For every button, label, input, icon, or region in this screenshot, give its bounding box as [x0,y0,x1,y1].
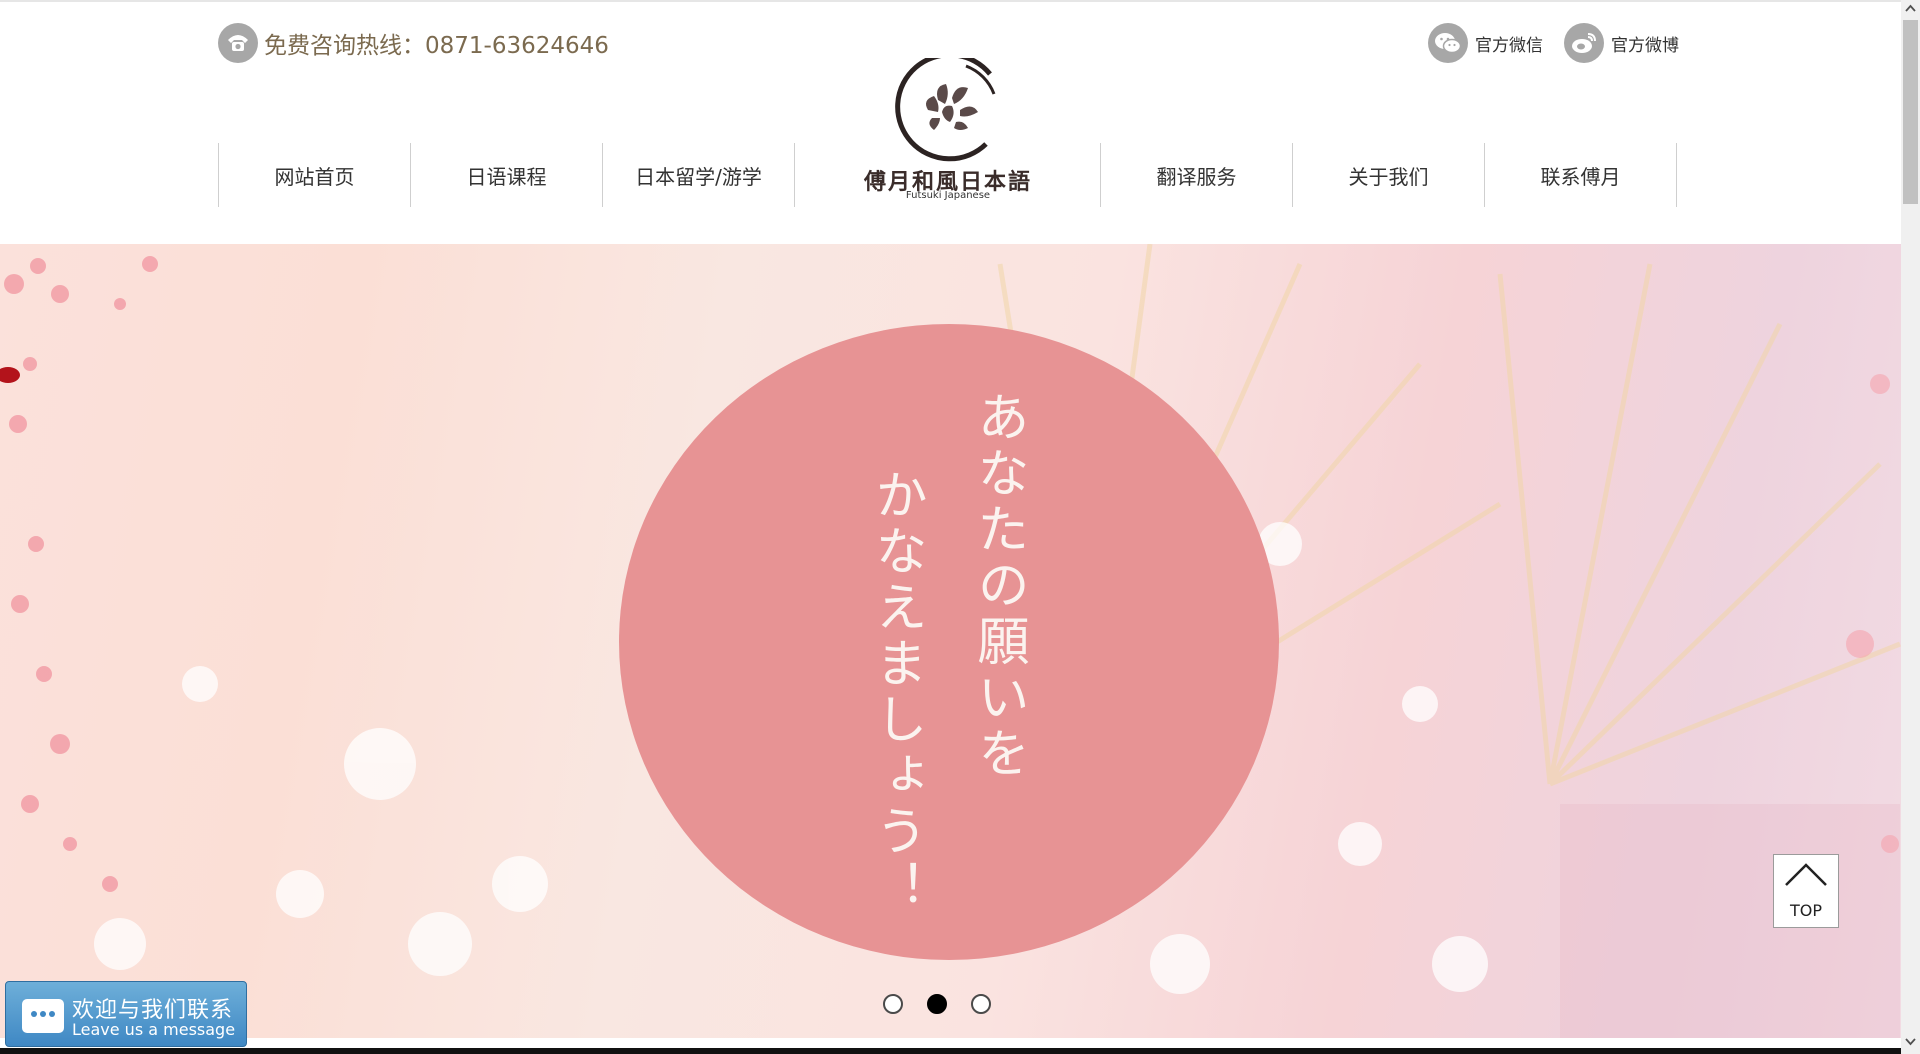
scrollbar-thumb[interactable] [1903,20,1918,204]
nav-item-contact[interactable]: 联系傅月 [1484,143,1677,207]
bottom-strip [0,1048,1901,1054]
vertical-scrollbar[interactable] [1901,0,1920,1054]
leave-message-button[interactable]: 欢迎与我们联系 Leave us a message [5,981,247,1047]
slogan-circle [619,324,1279,960]
phone-icon [218,23,258,63]
chat-bubble-icon [22,999,64,1033]
wechat-icon [1428,23,1468,63]
slogan-line-2: かなえましょう！ [866,468,926,916]
back-to-top-button[interactable]: TOP [1773,854,1839,928]
logo-subtitle: Futsuki Japanese [905,190,991,201]
carousel-dot-1[interactable] [883,994,903,1014]
nav-label: 日本留学/游学 [635,164,762,189]
nav-label: 联系傅月 [1540,164,1621,189]
leave-message-subtitle: Leave us a message [72,1020,236,1039]
site-header: 免费咨询热线：0871-63624646 官方微信 官方微博 网站首页 日语课程… [0,2,1901,244]
carousel-dot-3[interactable] [971,994,991,1014]
main-nav-right: 翻译服务 关于我们 联系傅月 [1100,143,1677,207]
logo-emblem-icon [895,52,996,162]
site-logo[interactable]: 傅月和風日本語 Futsuki Japanese [848,52,1048,208]
scroll-down-arrow-icon[interactable] [1901,1032,1920,1050]
nav-label: 关于我们 [1348,164,1429,189]
nav-item-home[interactable]: 网站首页 [218,143,410,207]
nav-label: 网站首页 [274,164,355,189]
nav-item-translation[interactable]: 翻译服务 [1100,143,1292,207]
nav-item-about[interactable]: 关于我们 [1292,143,1484,207]
slogan-line-1: あなたの願いを [968,390,1028,782]
hotline: 免费咨询热线：0871-63624646 [218,23,609,63]
nav-label: 翻译服务 [1156,164,1237,189]
chevron-up-icon [1785,863,1827,886]
nav-label: 日语课程 [466,164,547,189]
nav-item-courses[interactable]: 日语课程 [410,143,602,207]
weibo-icon [1564,23,1604,63]
scroll-up-arrow-icon[interactable] [1901,0,1920,18]
back-to-top-label: TOP [1789,901,1822,920]
weibo-label: 官方微博 [1611,35,1679,56]
nav-item-study-abroad[interactable]: 日本留学/游学 [602,143,794,207]
weibo-link[interactable]: 官方微博 [1564,23,1679,63]
hero-banner: あなたの願いを かなえましょう！ [0,244,1901,1038]
carousel-dot-2[interactable] [927,994,947,1014]
wechat-link[interactable]: 官方微信 [1428,23,1543,63]
hotline-text: 免费咨询热线：0871-63624646 [264,33,609,59]
carousel-indicators [883,994,991,1018]
wechat-label: 官方微信 [1475,35,1543,56]
